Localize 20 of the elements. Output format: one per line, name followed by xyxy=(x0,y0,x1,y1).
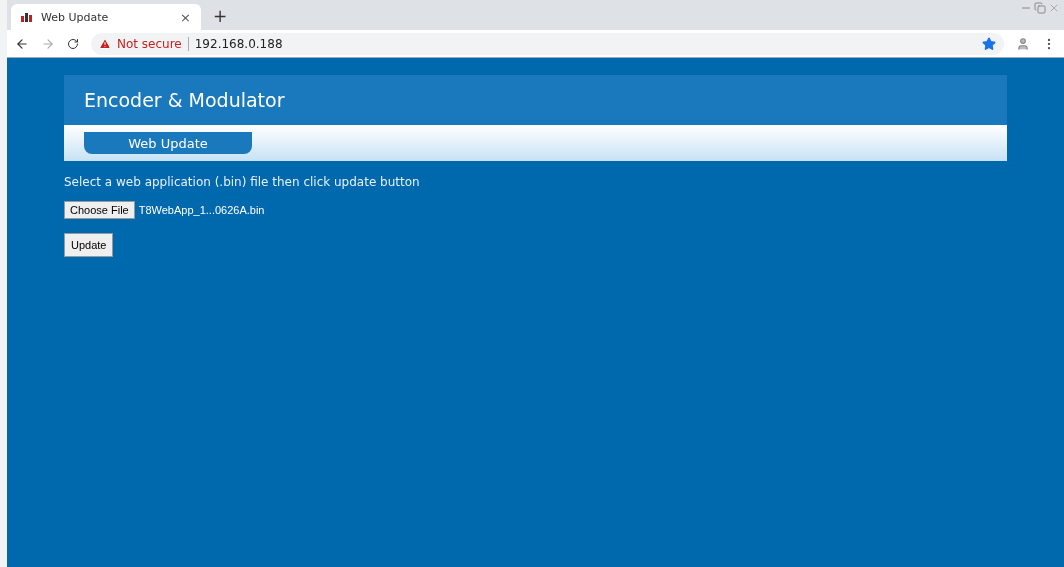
logo-icon xyxy=(21,12,33,22)
new-tab-button[interactable]: + xyxy=(213,6,228,26)
choose-file-button[interactable]: Choose File xyxy=(64,201,135,219)
nav-tab[interactable]: Web Update xyxy=(84,132,252,154)
back-icon[interactable] xyxy=(15,36,29,51)
tab-title: Web Update xyxy=(41,10,110,24)
forward-icon[interactable] xyxy=(41,36,55,51)
file-name: T8WebApp_1...0626A.bin xyxy=(138,204,265,216)
star-icon[interactable] xyxy=(982,36,996,51)
instruction-text: Select a web application (.bin) file then click update button xyxy=(64,175,421,189)
address-bar[interactable]: Not secure 192.168.0.188 xyxy=(91,32,1004,55)
reload-icon[interactable] xyxy=(67,37,79,50)
page-title: Encoder & Modulator xyxy=(84,89,285,111)
update-button[interactable]: Update xyxy=(64,233,114,257)
close-icon[interactable]: × xyxy=(180,9,191,25)
profile-icon[interactable] xyxy=(1016,36,1030,51)
browser-tab[interactable]: Web Update × xyxy=(11,4,201,30)
security-label: Not secure xyxy=(117,36,189,51)
warning-icon[interactable] xyxy=(99,37,111,50)
url-text: 192.168.0.188 xyxy=(194,36,284,51)
